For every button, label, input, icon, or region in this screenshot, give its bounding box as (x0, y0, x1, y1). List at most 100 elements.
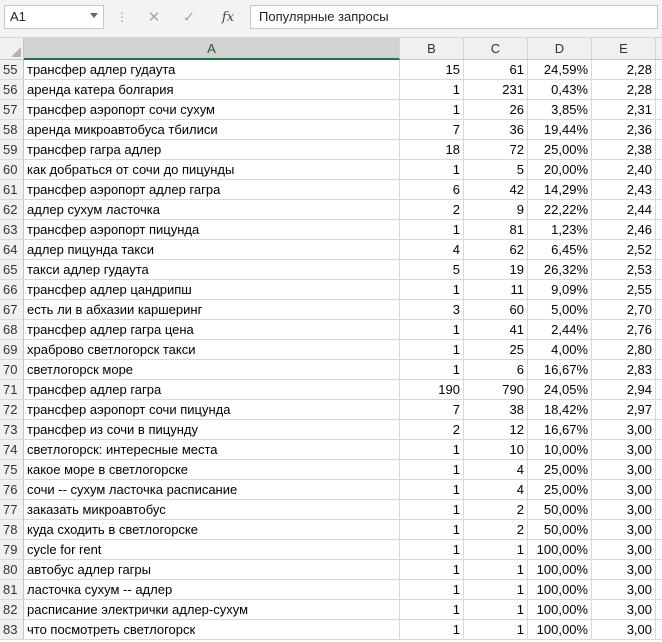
cell-query[interactable]: трансфер аэропорт сочи сухум (24, 100, 400, 120)
cell-d[interactable]: 24,59% (528, 60, 592, 80)
cell-c[interactable]: 41 (464, 320, 528, 340)
cell-d[interactable]: 16,67% (528, 420, 592, 440)
cell-e[interactable]: 2,28 (592, 80, 656, 100)
cell-b[interactable]: 1 (400, 620, 464, 640)
row-header[interactable]: 68 (0, 320, 24, 340)
cell-c[interactable]: 36 (464, 120, 528, 140)
row-header[interactable]: 82 (0, 600, 24, 620)
cell-d[interactable]: 1,23% (528, 220, 592, 240)
cell-e[interactable]: 2,55 (592, 280, 656, 300)
cell-query[interactable]: аренда катера болгария (24, 80, 400, 100)
row-header[interactable]: 76 (0, 480, 24, 500)
cell-d[interactable]: 25,00% (528, 140, 592, 160)
cell-b[interactable]: 190 (400, 380, 464, 400)
cell-query[interactable]: светлогорск море (24, 360, 400, 380)
cell-query[interactable]: светлогорск: интересные места (24, 440, 400, 460)
cell-b[interactable]: 1 (400, 600, 464, 620)
cell-f[interactable] (656, 500, 662, 520)
cell-b[interactable]: 1 (400, 580, 464, 600)
cell-f[interactable] (656, 240, 662, 260)
cell-e[interactable]: 3,00 (592, 560, 656, 580)
cell-query[interactable]: куда сходить в светлогорске (24, 520, 400, 540)
cell-c[interactable]: 4 (464, 480, 528, 500)
cell-f[interactable] (656, 220, 662, 240)
cell-e[interactable]: 2,40 (592, 160, 656, 180)
cell-c[interactable]: 60 (464, 300, 528, 320)
cell-e[interactable]: 3,00 (592, 420, 656, 440)
cell-query[interactable]: аренда микроавтобуса тбилиси (24, 120, 400, 140)
cell-d[interactable]: 19,44% (528, 120, 592, 140)
row-header[interactable]: 58 (0, 120, 24, 140)
cell-c[interactable]: 2 (464, 500, 528, 520)
cell-query[interactable]: трансфер адлер гудаута (24, 60, 400, 80)
cell-b[interactable]: 3 (400, 300, 464, 320)
cell-query[interactable]: cycle for rent (24, 540, 400, 560)
cell-f[interactable] (656, 540, 662, 560)
enter-icon[interactable]: ✓ (178, 7, 200, 29)
cell-b[interactable]: 1 (400, 160, 464, 180)
row-header[interactable]: 71 (0, 380, 24, 400)
cell-c[interactable]: 5 (464, 160, 528, 180)
row-header[interactable]: 57 (0, 100, 24, 120)
cell-query[interactable]: что посмотреть светлогорск (24, 620, 400, 640)
row-header[interactable]: 72 (0, 400, 24, 420)
cell-query[interactable]: трансфер адлер цандрипш (24, 280, 400, 300)
cell-e[interactable]: 2,38 (592, 140, 656, 160)
cell-e[interactable]: 2,53 (592, 260, 656, 280)
cell-c[interactable]: 790 (464, 380, 528, 400)
cell-c[interactable]: 11 (464, 280, 528, 300)
column-header-d[interactable]: D (528, 38, 592, 60)
cell-query[interactable]: расписание электрички адлер-сухум (24, 600, 400, 620)
cell-e[interactable]: 2,76 (592, 320, 656, 340)
row-header[interactable]: 79 (0, 540, 24, 560)
cell-query[interactable]: трансфер аэропорт пицунда (24, 220, 400, 240)
cell-e[interactable]: 2,52 (592, 240, 656, 260)
row-header[interactable]: 83 (0, 620, 24, 640)
cell-query[interactable]: трансфер из сочи в пицунду (24, 420, 400, 440)
cell-d[interactable]: 26,32% (528, 260, 592, 280)
cell-query[interactable]: трансфер аэропорт адлер гагра (24, 180, 400, 200)
cell-f[interactable] (656, 140, 662, 160)
cell-d[interactable]: 16,67% (528, 360, 592, 380)
cell-f[interactable] (656, 400, 662, 420)
row-header[interactable]: 67 (0, 300, 24, 320)
row-header[interactable]: 56 (0, 80, 24, 100)
cell-d[interactable]: 25,00% (528, 480, 592, 500)
cell-query[interactable]: адлер пицунда такси (24, 240, 400, 260)
cell-c[interactable]: 42 (464, 180, 528, 200)
cell-b[interactable]: 1 (400, 320, 464, 340)
cell-f[interactable] (656, 440, 662, 460)
cell-query[interactable]: сочи -- сухум ласточка расписание (24, 480, 400, 500)
cell-f[interactable] (656, 60, 662, 80)
cell-b[interactable]: 1 (400, 280, 464, 300)
cell-f[interactable] (656, 360, 662, 380)
cell-c[interactable]: 2 (464, 520, 528, 540)
cell-f[interactable] (656, 280, 662, 300)
row-header[interactable]: 74 (0, 440, 24, 460)
cell-b[interactable]: 6 (400, 180, 464, 200)
cell-f[interactable] (656, 580, 662, 600)
chevron-down-icon[interactable] (90, 13, 98, 18)
cell-e[interactable]: 2,83 (592, 360, 656, 380)
cell-c[interactable]: 62 (464, 240, 528, 260)
cell-c[interactable]: 1 (464, 580, 528, 600)
row-header[interactable]: 66 (0, 280, 24, 300)
cell-query[interactable]: трансфер адлер гагра цена (24, 320, 400, 340)
cell-d[interactable]: 100,00% (528, 560, 592, 580)
cell-query[interactable]: есть ли в абхазии каршеринг (24, 300, 400, 320)
cell-b[interactable]: 1 (400, 480, 464, 500)
cell-f[interactable] (656, 160, 662, 180)
row-header[interactable]: 70 (0, 360, 24, 380)
cell-e[interactable]: 2,46 (592, 220, 656, 240)
cell-f[interactable] (656, 460, 662, 480)
cell-query[interactable]: трансфер адлер гагра (24, 380, 400, 400)
row-header[interactable]: 60 (0, 160, 24, 180)
formula-input[interactable]: Популярные запросы (250, 5, 658, 29)
cell-e[interactable]: 3,00 (592, 500, 656, 520)
cell-b[interactable]: 7 (400, 120, 464, 140)
insert-function-icon[interactable]: fx (216, 7, 240, 29)
cell-d[interactable]: 50,00% (528, 520, 592, 540)
cell-d[interactable]: 100,00% (528, 540, 592, 560)
cell-c[interactable]: 1 (464, 540, 528, 560)
cell-d[interactable]: 100,00% (528, 620, 592, 640)
